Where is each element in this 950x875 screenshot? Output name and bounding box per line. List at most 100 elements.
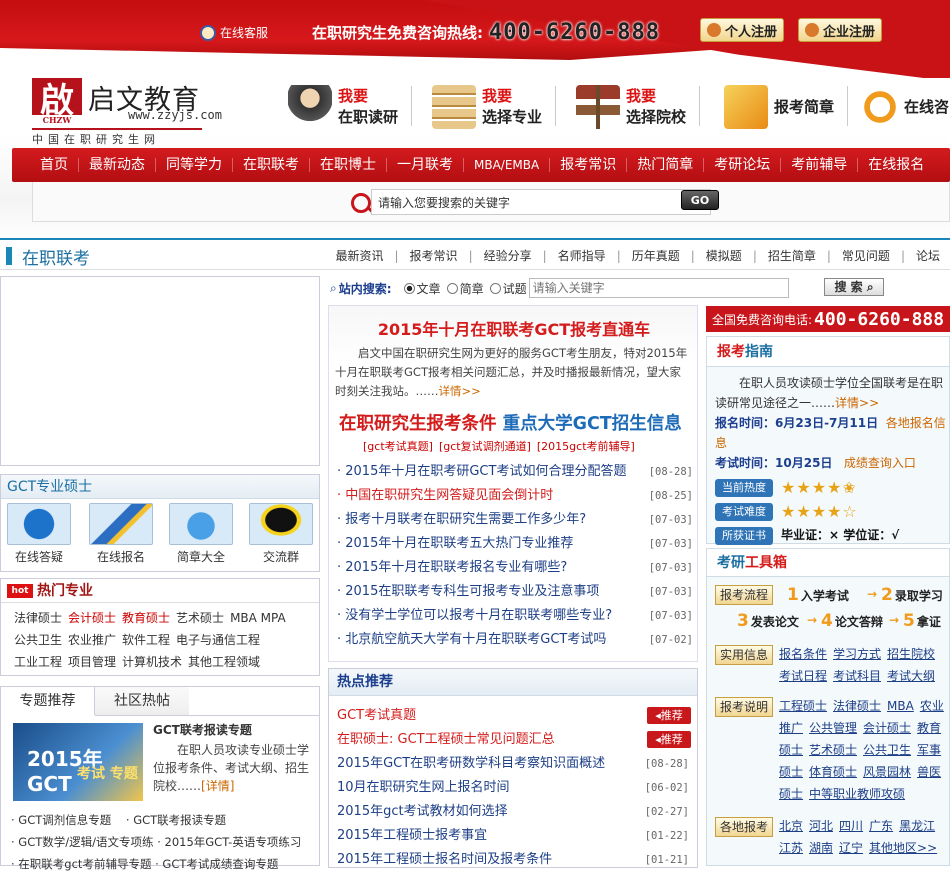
site-search-button[interactable]: 搜 索 ⌕ [824, 278, 884, 296]
nav-signup[interactable]: 在线报名 [868, 148, 924, 182]
feature-link[interactable]: · GCT数学/逻辑/语文专项练 [11, 835, 154, 849]
quick-link-study[interactable]: 我要 在职读研 [288, 82, 413, 132]
hot-item[interactable]: 2015年工程硕士报名时间及报考条件 [01-21] [337, 848, 693, 872]
hot-major-link[interactable]: 农业推广 [68, 633, 116, 647]
hot-item[interactable]: GCT考试真题 ◂推荐 [337, 704, 693, 728]
feature-more-link[interactable]: [详情] [201, 779, 234, 793]
hot-major-link[interactable]: 法律硕士 [14, 611, 62, 625]
hot-major-link[interactable]: 软件工程 [122, 633, 170, 647]
hot-major-link[interactable]: 艺术硕士 [176, 611, 224, 625]
intro-more-link[interactable]: 详情>> [439, 384, 481, 398]
news-item[interactable]: · 中国在职研究生网答疑见面会倒计时 [08-25] [337, 484, 693, 508]
feature-title[interactable]: GCT联考报读专题 [153, 721, 252, 738]
tool-link[interactable]: 辽宁 [839, 841, 863, 855]
subnav-item[interactable]: 经验分享 [484, 247, 532, 264]
hot-major-link[interactable]: 其他工程领域 [188, 655, 260, 669]
search-go-button[interactable]: GO [681, 190, 719, 210]
feature-link[interactable]: · GCT调剂信息专题 [11, 813, 111, 827]
tool-link[interactable]: 工程硕士 [779, 699, 827, 713]
global-search-input[interactable] [371, 189, 711, 215]
tool-link[interactable]: 考试科目 [833, 669, 881, 683]
tool-link[interactable]: 广东 [869, 819, 893, 833]
site-search-input[interactable] [528, 278, 789, 298]
hot-major-link[interactable]: 项目管理 [68, 655, 116, 669]
tool-link[interactable]: 法律硕士 [833, 699, 881, 713]
hot-item[interactable]: 2015年GCT在职考研数学科目考察知识面概述 [08-28] [337, 752, 693, 776]
tool-link[interactable]: 招生院校 [887, 647, 935, 661]
hot-major-link[interactable]: 教育硕士 [122, 611, 170, 625]
radio-exam[interactable] [489, 282, 501, 294]
radio-article[interactable] [403, 282, 415, 294]
tool-link[interactable]: 中等职业教师攻硕 [809, 787, 905, 801]
quick-link-brochure[interactable]: 报考简章 [724, 82, 849, 132]
news-item[interactable]: · 没有学士学位可以报考十月在职联考哪些专业? [07-03] [337, 604, 693, 628]
gct-online-qa[interactable]: 在线答疑 [5, 503, 73, 565]
hot-major-link[interactable]: 计算机技术 [122, 655, 182, 669]
tool-link[interactable]: 考试日程 [779, 669, 827, 683]
tool-link[interactable]: 公共管理 [809, 721, 857, 735]
headline[interactable]: 2015年十月在职联考GCT报考直通车 [329, 316, 699, 340]
tool-link[interactable]: 湖南 [809, 841, 833, 855]
tool-link[interactable]: 学习方式 [833, 647, 881, 661]
news-item[interactable]: · 报考十月联考在职研究生需要工作多少年? [07-03] [337, 508, 693, 532]
tool-link[interactable]: 黑龙江 [899, 819, 935, 833]
subnav-item[interactable]: 报考常识 [410, 247, 458, 264]
tool-link[interactable]: 其他地区>> [869, 841, 937, 855]
subnav-item[interactable]: 招生简章 [768, 247, 816, 264]
hot-major-link[interactable]: 电子与通信工程 [176, 633, 260, 647]
hot-major-link[interactable]: 会计硕士 [68, 611, 116, 625]
news-item[interactable]: · 2015在职联考专科生可报考专业及注意事项 [07-03] [337, 580, 693, 604]
quick-link-school[interactable]: 我要 选择院校 [576, 82, 701, 132]
nav-common-sense[interactable]: 报考常识 [560, 148, 616, 182]
nav-brochure[interactable]: 热门简章 [637, 148, 693, 182]
news-item[interactable]: · 北京航空航天大学有十月在职联考GCT考试吗 [07-02] [337, 628, 693, 652]
quick-link-major[interactable]: 我要 选择专业 [432, 82, 557, 132]
nav-tutoring[interactable]: 考前辅导 [791, 148, 847, 182]
nav-forum[interactable]: 考研论坛 [714, 148, 770, 182]
score-query-link[interactable]: 成绩查询入口 [844, 456, 916, 470]
hot-item[interactable]: 2015年工程硕士报考事宜 [01-22] [337, 824, 693, 848]
tool-link[interactable]: 江苏 [779, 841, 803, 855]
exam-link[interactable]: [gct复试调剂通道] [439, 440, 531, 453]
feature-banner-image[interactable]: 2015年GCT 考试 专题 [13, 723, 143, 801]
site-logo[interactable]: 啟 CHZW 启文教育 www.zzyjs.com 中国在职研究生网 [32, 78, 222, 146]
subnav-item[interactable]: 论坛 [916, 247, 940, 264]
news-item[interactable]: · 2015年十月在职联考五大热门专业推荐 [07-03] [337, 532, 693, 556]
hot-major-link[interactable]: 工业工程 [14, 655, 62, 669]
subheadline[interactable]: 在职研究生报考条件 重点大学GCT招生信息 [339, 410, 682, 435]
subnav-item[interactable]: 最新资讯 [335, 247, 383, 264]
news-item[interactable]: · 2015年十月在职考研GCT考试如何合理分配答题 [08-28] [337, 460, 693, 484]
subnav-item[interactable]: 名师指导 [558, 247, 606, 264]
hot-item[interactable]: 10月在职研究生网上报名时间 [06-02] [337, 776, 693, 800]
company-register-button[interactable]: 企业注册 [798, 18, 883, 42]
tool-link[interactable]: 报名条件 [779, 647, 827, 661]
hot-item[interactable]: 在职硕士: GCT工程硕士常见问题汇总 ◂推荐 [337, 728, 693, 752]
news-item[interactable]: · 2015年十月在职联考报名专业有哪些? [07-03] [337, 556, 693, 580]
nav-latest[interactable]: 最新动态 [89, 148, 145, 182]
quick-link-consult[interactable]: 在线咨 [862, 82, 949, 132]
feature-link[interactable]: · 在职联考gct考前辅导专题 [11, 857, 151, 871]
tool-link[interactable]: 河北 [809, 819, 833, 833]
guide-more-link[interactable]: 详情>> [835, 396, 879, 410]
tool-link[interactable]: 北京 [779, 819, 803, 833]
tool-link[interactable]: 四川 [839, 819, 863, 833]
nav-equivalent[interactable]: 同等学力 [166, 148, 222, 182]
tool-link[interactable]: 会计硕士 [863, 721, 911, 735]
nav-home[interactable]: 首页 [40, 148, 68, 182]
tool-link[interactable]: 公共卫生 [863, 743, 911, 757]
gct-online-signup[interactable]: 在线报名 [87, 503, 155, 565]
exam-link[interactable]: [2015gct考前辅导] [537, 440, 635, 453]
gct-chat-group[interactable]: 交流群 [247, 503, 315, 565]
tool-link[interactable]: 风景园林 [863, 765, 911, 779]
online-service-link[interactable]: 在线客服 [200, 24, 268, 41]
nav-mba[interactable]: MBA/EMBA [474, 148, 539, 182]
personal-register-button[interactable]: 个人注册 [700, 18, 785, 42]
tool-link[interactable]: MBA [887, 699, 914, 713]
hot-item[interactable]: 2015年gct考试教材如何选择 [02-27] [337, 800, 693, 824]
subnav-item[interactable]: 历年真题 [632, 247, 680, 264]
tab-community[interactable]: 社区热帖 [95, 687, 189, 715]
radio-brochure[interactable] [446, 282, 458, 294]
hot-major-link[interactable]: 公共卫生 [14, 633, 62, 647]
feature-link[interactable]: · GCT考试成绩查询专题 [155, 857, 278, 871]
exam-link[interactable]: [gct考试真题] [363, 440, 433, 453]
